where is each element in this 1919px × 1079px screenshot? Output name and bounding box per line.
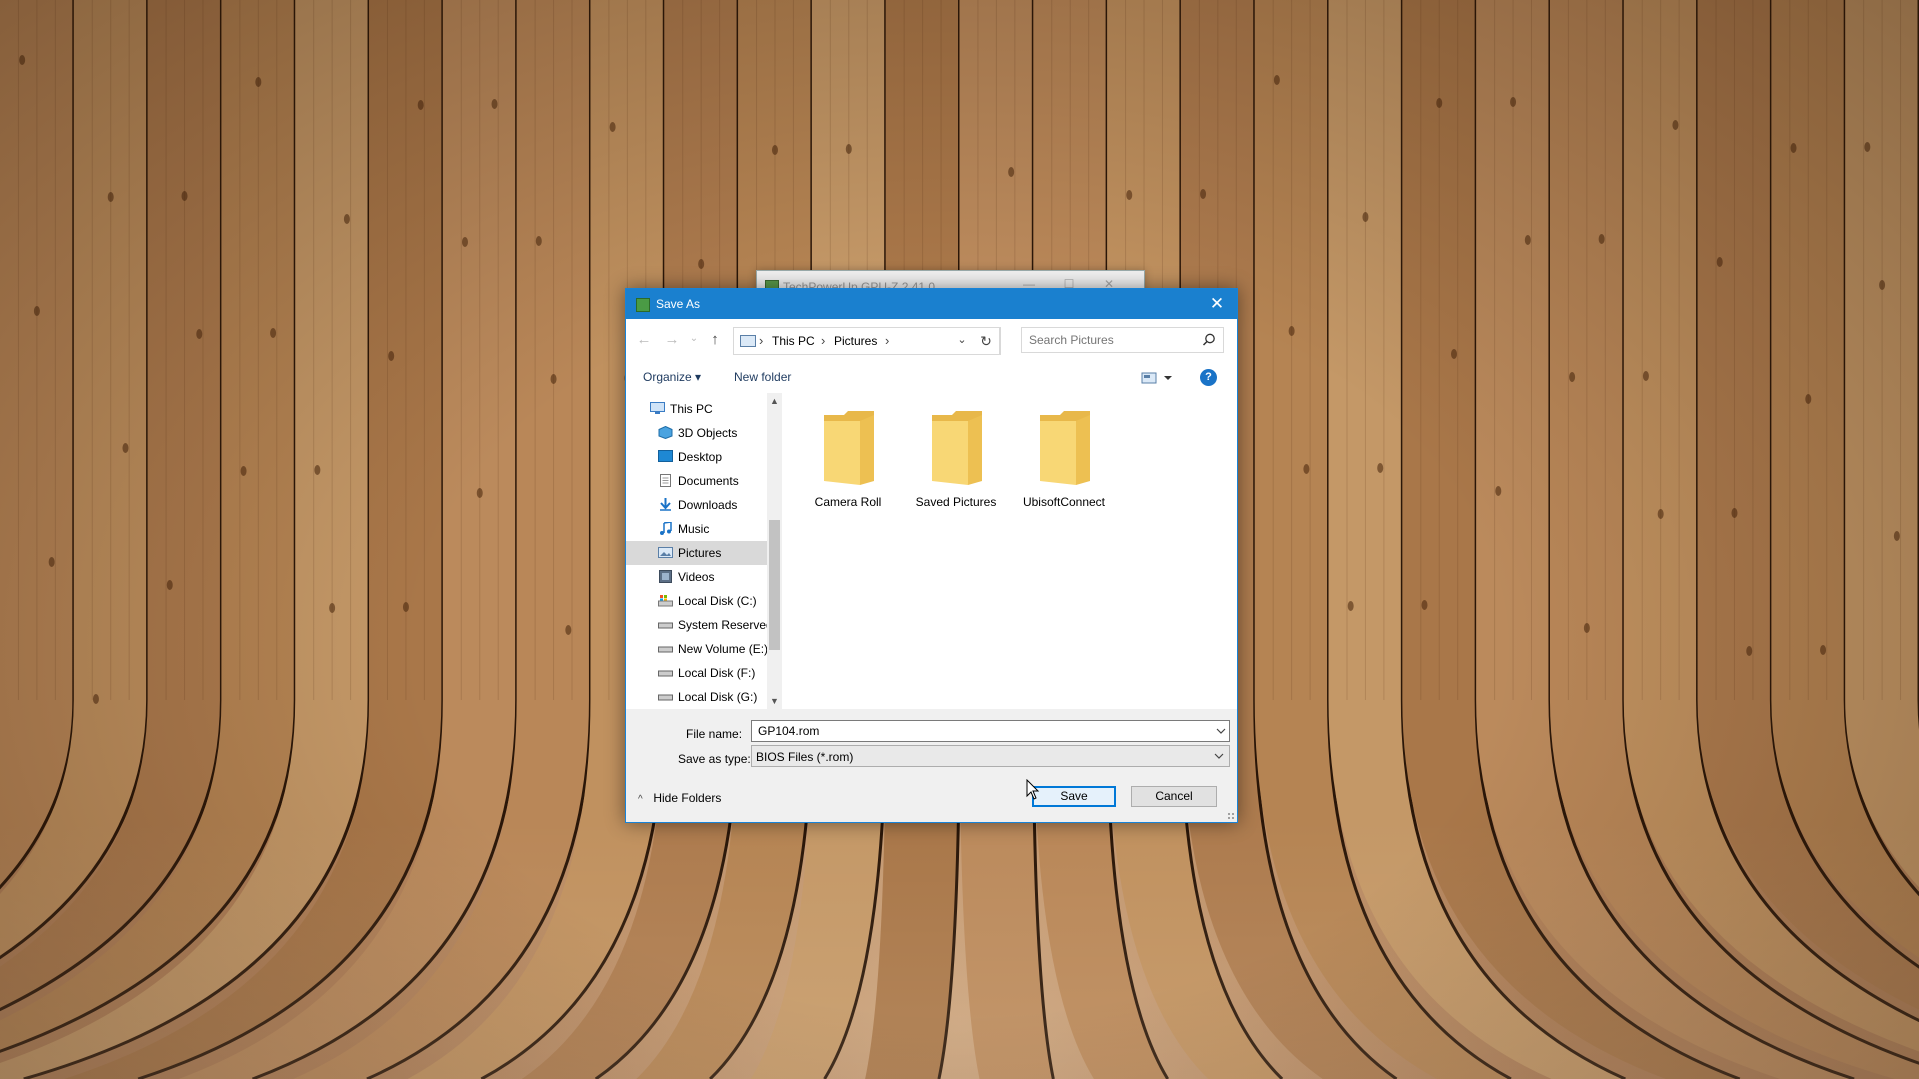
up-button[interactable]: ↑ [705, 331, 725, 349]
back-button[interactable]: ← [634, 331, 654, 349]
chevron-up-icon: ^ [638, 794, 643, 805]
nav-item-this-pc[interactable]: This PC [626, 397, 767, 421]
folder-label: UbisoftConnect [1022, 495, 1106, 509]
nav-item-downloads[interactable]: Downloads [626, 493, 767, 517]
navigation-pane: This PC 3D Objects Desktop Documents Dow… [626, 393, 782, 709]
resize-grip[interactable] [1227, 812, 1235, 820]
nav-item-label: System Reserved [678, 618, 773, 632]
save-as-type-value: BIOS Files (*.rom) [756, 750, 854, 764]
downloads-icon [660, 498, 671, 511]
scroll-thumb[interactable] [769, 520, 780, 650]
nav-item-pictures[interactable]: Pictures [626, 541, 767, 565]
mouse-cursor-icon [1026, 779, 1040, 800]
nav-item-label: Desktop [678, 450, 723, 464]
pictures-icon [658, 547, 673, 558]
nav-item-local-disk-g[interactable]: Local Disk (G:) [626, 685, 767, 709]
drive-icon [658, 646, 673, 653]
scroll-down-button[interactable]: ▼ [767, 693, 782, 709]
folder-ubisoftconnect[interactable]: UbisoftConnect [1014, 403, 1114, 513]
chevron-down-icon[interactable] [1212, 721, 1230, 741]
nav-item-local-disk-f[interactable]: Local Disk (F:) [626, 661, 767, 685]
drive-icon [658, 694, 673, 701]
videos-icon [659, 570, 672, 583]
navigation-pane-scrollbar[interactable]: ▲ ▼ [767, 393, 782, 709]
save-as-type-select[interactable]: BIOS Files (*.rom) [751, 745, 1230, 767]
nav-item-local-disk-c[interactable]: Local Disk (C:) [626, 589, 767, 613]
search-input[interactable] [1021, 327, 1224, 353]
pc-icon [650, 402, 665, 414]
scroll-up-button[interactable]: ▲ [767, 393, 782, 409]
folder-label: Camera Roll [814, 495, 882, 509]
breadcrumb-separator: › [821, 333, 826, 348]
folder-saved-pictures[interactable]: Saved Pictures [906, 403, 1006, 513]
breadcrumb-pictures[interactable]: Pictures [834, 334, 877, 348]
nav-item-label: Documents [678, 474, 739, 488]
folder-icon [1040, 411, 1090, 485]
documents-icon [660, 474, 671, 487]
dialog-titlebar[interactable]: Save As ✕ [626, 289, 1237, 319]
nav-item-label: 3D Objects [678, 426, 738, 440]
nav-item-label: Downloads [678, 498, 738, 512]
nav-item-3d-objects[interactable]: 3D Objects [626, 421, 767, 445]
folder-label: Saved Pictures [915, 495, 997, 509]
desktop-icon [658, 450, 673, 462]
organize-menu-button[interactable]: Organize ▾ [643, 370, 701, 384]
music-icon [660, 522, 672, 535]
nav-item-label: Videos [678, 570, 715, 584]
file-name-input[interactable] [751, 720, 1230, 742]
save-button[interactable]: Save [1032, 786, 1116, 807]
dialog-app-icon [636, 298, 650, 312]
file-name-label: File name: [686, 727, 743, 741]
dialog-footer: File name: Save as type: BIOS Files (*.r… [626, 709, 1237, 822]
chevron-down-icon [1214, 753, 1224, 759]
nav-item-videos[interactable]: Videos [626, 565, 767, 589]
refresh-button[interactable]: ↻ [972, 327, 1001, 355]
close-button[interactable]: ✕ [1197, 289, 1237, 319]
save-as-type-label: Save as type: [678, 752, 751, 766]
folder-camera-roll[interactable]: Camera Roll [798, 403, 898, 513]
nav-item-new-volume-e[interactable]: New Volume (E:) [626, 637, 769, 661]
cancel-button[interactable]: Cancel [1131, 786, 1217, 807]
nav-item-label: Local Disk (C:) [678, 594, 757, 608]
navigation-bar: ← → ⌄ ↑ › This PC › Pictures › ⌄ ↻ [626, 319, 1237, 361]
3d-objects-icon [658, 426, 673, 439]
nav-item-label: Pictures [678, 546, 722, 560]
save-as-dialog: Save As ✕ ← → ⌄ ↑ › This PC › Pictures ›… [625, 288, 1238, 823]
nav-item-label: Local Disk (G:) [678, 690, 758, 704]
new-folder-button[interactable]: New folder [734, 370, 791, 384]
system-drive-icon [658, 595, 673, 607]
address-dropdown-button[interactable]: ⌄ [952, 327, 972, 353]
folder-icon [824, 411, 874, 485]
folder-icon [932, 411, 982, 485]
nav-item-documents[interactable]: Documents [626, 469, 767, 493]
nav-item-desktop[interactable]: Desktop [626, 445, 767, 469]
nav-item-music[interactable]: Music [626, 517, 767, 541]
search-icon [1202, 333, 1215, 346]
help-button[interactable]: ? [1200, 369, 1217, 386]
pc-icon [740, 335, 756, 347]
hide-folders-button[interactable]: ^ Hide Folders [638, 791, 721, 805]
nav-item-label: Music [678, 522, 710, 536]
drive-icon [658, 622, 673, 629]
change-view-button[interactable] [1140, 369, 1178, 387]
hide-folders-label: Hide Folders [653, 791, 722, 805]
forward-button[interactable]: → [662, 331, 682, 349]
command-bar: Organize ▾ New folder ? [626, 361, 1237, 393]
drive-icon [658, 670, 673, 677]
nav-item-label: New Volume (E:) [678, 642, 769, 656]
breadcrumb-this-pc[interactable]: This PC [772, 334, 815, 348]
breadcrumb-separator: › [759, 333, 764, 348]
recent-locations-button[interactable]: ⌄ [684, 333, 704, 351]
nav-item-label: This PC [670, 402, 713, 416]
breadcrumb-separator: › [885, 333, 890, 348]
file-list-area[interactable]: Camera Roll Saved Pictures UbisoftConnec… [782, 393, 1237, 709]
dialog-title: Save As [656, 297, 701, 311]
nav-item-label: Local Disk (F:) [678, 666, 756, 680]
nav-item-system-reserved[interactable]: System Reserved [626, 613, 773, 637]
